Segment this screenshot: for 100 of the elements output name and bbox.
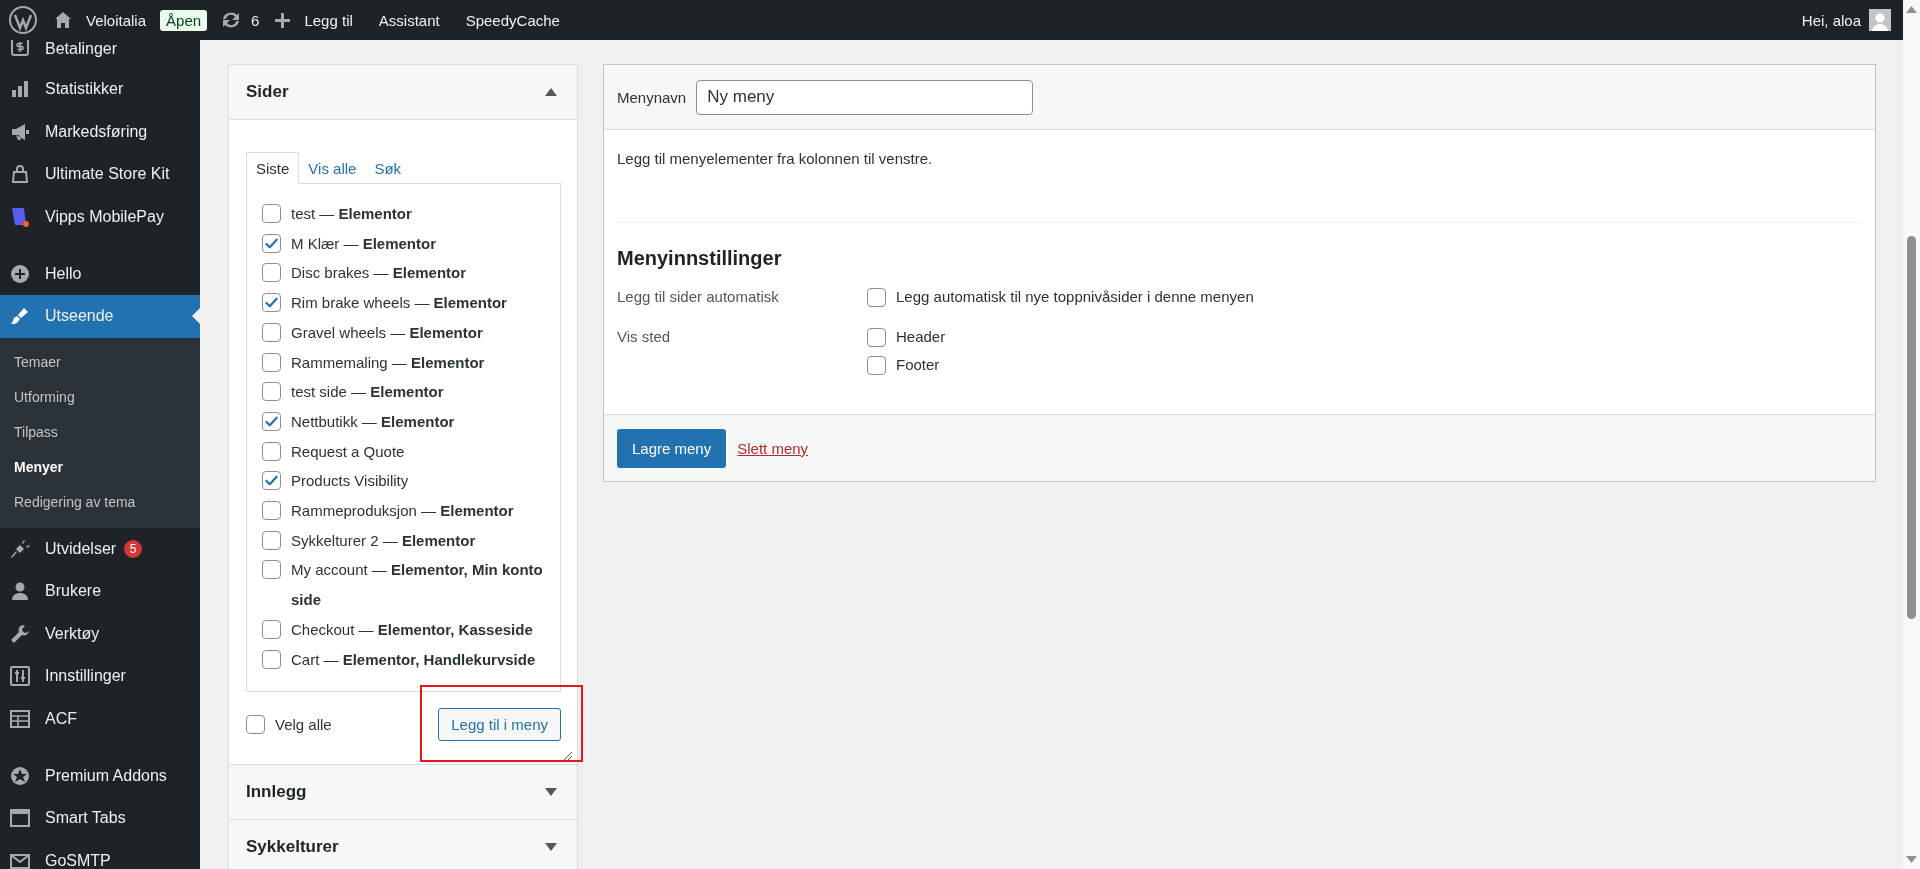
checkbox-label: Legg automatisk til nye toppnivåsider i denne menyen bbox=[896, 287, 1254, 307]
wrench-icon bbox=[10, 623, 30, 644]
delete-menu-link[interactable]: Slett meny bbox=[737, 439, 809, 457]
count-badge: 5 bbox=[124, 539, 143, 558]
checkbox-label: Velg alle bbox=[275, 716, 332, 734]
checkbox[interactable] bbox=[262, 263, 281, 283]
checkbox[interactable] bbox=[246, 715, 265, 735]
page-title: Products Visibility bbox=[291, 471, 409, 492]
checkbox[interactable] bbox=[262, 233, 281, 253]
sidebar-item[interactable]: Hello bbox=[0, 252, 82, 295]
sidebar-item[interactable]: Betalinger bbox=[0, 40, 118, 68]
sidebar-item[interactable]: Brukere bbox=[0, 570, 102, 613]
toolbar-link[interactable]: Assistant bbox=[378, 0, 440, 40]
accordion-header[interactable]: Innlegg bbox=[229, 765, 577, 821]
submenu-item[interactable]: Redigering av tema bbox=[0, 484, 200, 520]
page-title: Nettbutikk — Elementor bbox=[291, 411, 455, 432]
sidebar-item[interactable]: ACF bbox=[0, 697, 77, 740]
sliders-icon bbox=[10, 666, 30, 687]
setting-label: Vis sted bbox=[617, 327, 672, 347]
dollar-box-icon bbox=[10, 37, 30, 57]
bar-chart-icon bbox=[10, 79, 30, 100]
avatar-icon bbox=[1869, 9, 1891, 31]
sidebar-item[interactable]: Premium Addons bbox=[0, 754, 167, 797]
sidebar-item[interactable]: Ultimate Store Kit bbox=[0, 153, 170, 196]
home-icon bbox=[54, 11, 72, 29]
checkbox-label: Header bbox=[896, 327, 946, 347]
checkbox-label: Footer bbox=[896, 355, 940, 375]
submenu-item[interactable]: Tilpass bbox=[0, 414, 200, 450]
accordion-header[interactable]: Sider bbox=[229, 65, 577, 120]
setting-label: Legg til sider automatisk bbox=[617, 287, 780, 307]
page-title: Request a Quote bbox=[291, 441, 405, 462]
checkbox[interactable] bbox=[262, 560, 281, 580]
checkbox[interactable] bbox=[262, 293, 281, 313]
checkbox[interactable] bbox=[262, 619, 281, 639]
checkbox[interactable] bbox=[262, 411, 281, 431]
submenu-item[interactable]: Utforming bbox=[0, 379, 200, 415]
page-title: test — Elementor bbox=[291, 204, 412, 224]
tab[interactable]: Siste bbox=[246, 152, 300, 184]
megaphone-icon bbox=[10, 121, 30, 142]
logo-icon[interactable] bbox=[8, 5, 38, 35]
menu-name-field[interactable]: Ny meny bbox=[696, 79, 1034, 115]
page-title: Gravel wheels — Elementor bbox=[291, 322, 483, 343]
checkbox[interactable] bbox=[867, 355, 886, 375]
updates-link[interactable]: 6 bbox=[219, 0, 260, 40]
page-title: Rammemaling — Elementor bbox=[291, 352, 485, 373]
sidebar-item[interactable]: Statistikker bbox=[0, 68, 124, 111]
sidebar-item[interactable]: Smart Tabs bbox=[0, 797, 126, 840]
instructions-text: Legg til menyelementer fra kolonnen til venstre. bbox=[617, 149, 934, 169]
checkbox[interactable] bbox=[262, 501, 281, 521]
site-link[interactable]: Veloitalia bbox=[54, 0, 147, 40]
scroll-up-icon[interactable] bbox=[1906, 6, 1917, 13]
status-badge: Åpen bbox=[160, 9, 208, 31]
checkbox[interactable] bbox=[262, 204, 281, 223]
scroll-down-icon[interactable] bbox=[1906, 856, 1917, 863]
save-menu-button[interactable]: Lagre meny bbox=[617, 428, 727, 468]
checkbox[interactable] bbox=[262, 441, 281, 461]
page-title: My account — Elementor, Min konto side bbox=[291, 560, 544, 611]
account-link[interactable]: Hei, aloa bbox=[1801, 0, 1891, 40]
checkbox[interactable] bbox=[867, 287, 886, 307]
caret-down-icon bbox=[545, 843, 557, 852]
window-icon bbox=[10, 808, 30, 829]
brand-logo-icon bbox=[10, 206, 30, 227]
user-icon bbox=[10, 581, 30, 602]
page-title: test side — Elementor bbox=[291, 382, 444, 403]
settings-heading: Menyinnstillinger bbox=[617, 247, 783, 270]
sidebar-item[interactable]: Markedsføring bbox=[0, 110, 148, 153]
checkbox[interactable] bbox=[262, 649, 281, 669]
tab[interactable]: Vis alle bbox=[299, 152, 366, 184]
caret-up-icon bbox=[545, 88, 557, 96]
new-link[interactable]: Legg til bbox=[275, 0, 353, 40]
bag-icon bbox=[10, 164, 30, 185]
submenu-item[interactable]: Menyer bbox=[0, 449, 200, 485]
checkbox[interactable] bbox=[262, 471, 281, 491]
table-icon bbox=[10, 708, 30, 729]
tab[interactable]: Søk bbox=[365, 152, 411, 184]
checkbox[interactable] bbox=[262, 352, 281, 372]
pointer-arrow-icon bbox=[192, 308, 200, 324]
page-title: M Klær — Elementor bbox=[291, 233, 437, 254]
sidebar-item[interactable]: Verktøy bbox=[0, 612, 100, 655]
page-title: Rammeproduksjon — Elementor bbox=[291, 501, 514, 522]
checkbox[interactable] bbox=[262, 530, 281, 550]
checkbox[interactable] bbox=[262, 322, 281, 342]
brush-icon bbox=[10, 306, 30, 327]
checkbox[interactable] bbox=[262, 382, 281, 402]
page-title: Cart — Elementor, Handlekurvside bbox=[291, 649, 536, 670]
sidebar-item[interactable]: Vipps MobilePay bbox=[0, 195, 164, 238]
add-to-menu-button[interactable]: Legg til i meny bbox=[438, 708, 561, 742]
resize-handle-icon[interactable] bbox=[563, 751, 572, 761]
submenu-item[interactable]: Temaer bbox=[0, 344, 200, 380]
page-title: Sykkelturer 2 — Elementor bbox=[291, 530, 476, 551]
plus-circle-icon bbox=[10, 263, 30, 284]
accordion-header[interactable]: Sykkelturer bbox=[229, 820, 577, 869]
plug-icon bbox=[10, 538, 30, 559]
checkbox[interactable] bbox=[867, 327, 886, 347]
sidebar-item[interactable]: GoSMTP bbox=[0, 839, 111, 869]
scroll-thumb[interactable] bbox=[1907, 236, 1916, 619]
field-label: Menynavn bbox=[617, 88, 687, 106]
toolbar-link[interactable]: SpeedyCache bbox=[465, 0, 560, 40]
sidebar-item[interactable]: Utvidelser bbox=[0, 527, 117, 570]
sidebar-item[interactable]: Innstillinger bbox=[0, 655, 126, 698]
